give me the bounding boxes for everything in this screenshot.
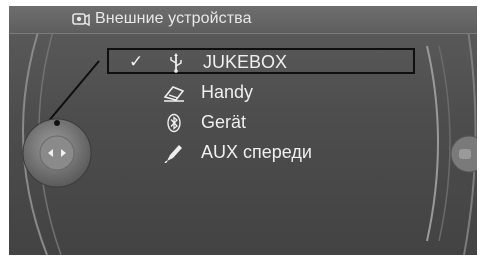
controller-knob-icon[interactable] — [22, 118, 92, 188]
menu-item-handy[interactable]: Handy — [107, 80, 415, 106]
aux-pen-icon — [164, 145, 182, 163]
menu-item-label: JUKEBOX — [203, 52, 288, 72]
menu-item-jukebox[interactable]: ✓ JUKEBOX — [107, 48, 415, 74]
menu-item-gerat[interactable]: Gerät — [107, 110, 415, 136]
menu-item-label: AUX спереди — [201, 142, 312, 162]
menu-item-label: Gerät — [201, 112, 247, 132]
usb-icon — [170, 53, 182, 73]
display-screen: Внешние устройства ✓ JUKEBOX Handy Gerät — [9, 6, 477, 255]
phone-icon — [163, 86, 185, 102]
devices-icon — [72, 13, 90, 27]
title-bar: Внешние устройства — [9, 6, 477, 34]
check-icon: ✓ — [129, 52, 144, 71]
bluetooth-icon — [167, 113, 181, 133]
side-knob-icon — [450, 135, 477, 173]
menu-item-label: Handy — [201, 82, 254, 102]
page-title: Внешние устройства — [95, 10, 252, 27]
menu-item-aux-front[interactable]: AUX спереди — [107, 140, 415, 166]
